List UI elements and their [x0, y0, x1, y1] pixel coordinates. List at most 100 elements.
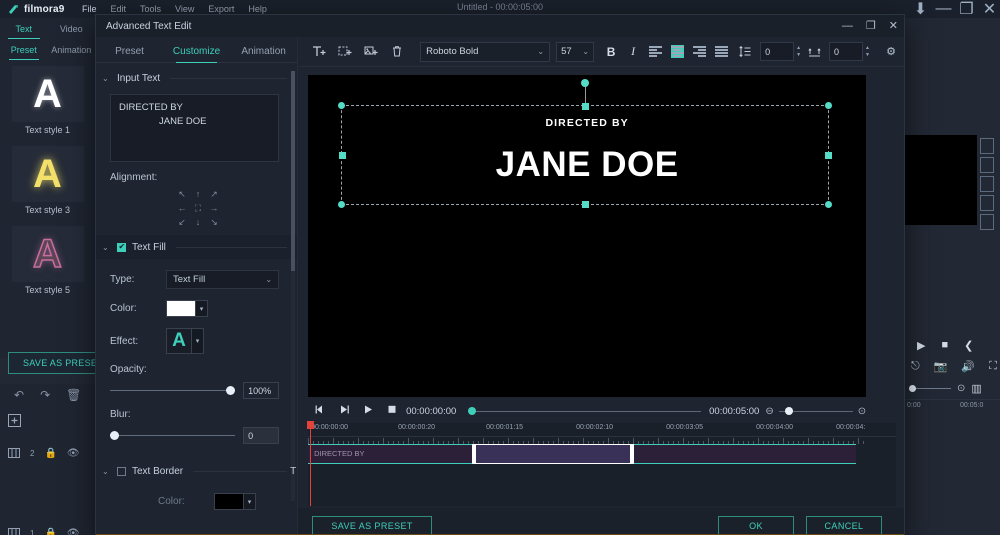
dialog-minimize-icon[interactable]: — [842, 20, 853, 32]
delete-text-icon[interactable] [384, 39, 410, 65]
video-preview-canvas[interactable]: DIRECTED BY JANE DOE [308, 75, 867, 397]
line-spacing-icon[interactable] [732, 39, 758, 65]
text-style-item[interactable]: A Text style 5 [0, 226, 95, 306]
color-swatch[interactable] [214, 493, 244, 510]
text-style-item[interactable]: A Text style 1 [0, 66, 95, 146]
zoom-out-icon[interactable]: ⊖ [765, 406, 773, 417]
text-fill-checkbox[interactable] [117, 242, 126, 252]
stop-button[interactable] [380, 404, 404, 418]
chevron-down-icon[interactable]: ▾ [196, 300, 208, 317]
properties-scrollbar-thumb[interactable] [291, 71, 296, 271]
add-image-icon[interactable] [358, 39, 384, 65]
maximize-icon[interactable]: ❐ [959, 1, 973, 18]
menu-tools[interactable]: Tools [140, 4, 161, 14]
close-icon[interactable]: ✕ [983, 1, 996, 18]
settings-icon[interactable]: ⚙ [878, 39, 904, 65]
play-icon[interactable]: ▶ [917, 339, 925, 352]
text-style-item[interactable]: A Text style 3 [0, 146, 95, 226]
menu-edit[interactable]: Edit [111, 4, 127, 14]
add-text-icon[interactable] [306, 39, 332, 65]
slider-knob[interactable] [784, 407, 793, 415]
input-text-textarea[interactable]: DIRECTED BY JANE DOE [110, 94, 280, 162]
align-right-button[interactable] [688, 45, 710, 59]
minimize-icon[interactable]: — [936, 0, 952, 17]
timeline-clip-selection[interactable] [474, 444, 633, 464]
resize-handle-top-right[interactable] [825, 102, 833, 109]
font-family-select[interactable]: Roboto Bold ⌄ [420, 41, 551, 62]
download-icon[interactable]: ⬇ [914, 1, 927, 18]
background-zoom-slider[interactable] [909, 384, 951, 392]
seek-slider[interactable] [468, 407, 702, 415]
section-header-text-border[interactable]: ⌄ Text Border [96, 456, 297, 479]
timeline-area[interactable]: 00:00:00:00 00:00:00:20 00:00:01:15 00:0… [290, 421, 896, 506]
lock-icon[interactable]: 🔒 [44, 528, 56, 535]
library-subtab-preset[interactable]: Preset [0, 45, 48, 60]
chevron-down-icon[interactable]: ⌄ [102, 467, 111, 476]
ok-button[interactable]: OK [718, 516, 794, 535]
align-bottom-right-button[interactable]: ↘ [206, 215, 222, 229]
section-header-text-fill[interactable]: ⌄ Text Fill [96, 235, 298, 259]
undo-icon[interactable]: ↶ [14, 388, 24, 402]
menu-file[interactable]: File [82, 4, 97, 14]
align-center-button[interactable] [666, 44, 688, 59]
color-swatch[interactable] [166, 300, 196, 317]
lock-icon[interactable]: 🔒 [44, 448, 56, 459]
timeline-text-track[interactable]: T DIRECTED BY [290, 444, 896, 477]
play-button[interactable] [332, 404, 356, 418]
dialog-maximize-icon[interactable]: ❐ [866, 20, 876, 32]
previous-frame-button[interactable] [308, 404, 332, 418]
resize-handle-top-center[interactable] [581, 102, 589, 110]
blur-slider[interactable] [110, 431, 236, 440]
volume-icon[interactable]: 🔊 [961, 360, 975, 373]
align-left-button[interactable] [644, 45, 666, 59]
chevron-down-icon[interactable]: ▾ [244, 493, 256, 510]
library-tab-video[interactable]: Video [48, 24, 96, 39]
slider-knob[interactable] [110, 431, 119, 440]
dialog-close-icon[interactable]: ✕ [889, 20, 898, 32]
align-justify-button[interactable] [710, 45, 732, 59]
zoom-reset-icon[interactable]: ⊙ [957, 383, 965, 394]
rotation-handle[interactable] [581, 79, 590, 87]
align-bottom-left-button[interactable]: ↙ [174, 215, 190, 229]
stop-icon[interactable]: ■ [941, 339, 948, 351]
letter-spacing-icon[interactable] [801, 39, 827, 65]
add-track-icon[interactable] [0, 406, 110, 434]
type-select[interactable]: Text Fill ⌄ [166, 270, 280, 289]
slider-knob[interactable] [226, 386, 236, 395]
delete-icon[interactable]: 🗑 [66, 388, 81, 402]
align-bottom-center-button[interactable]: ↓ [190, 215, 206, 229]
align-top-right-button[interactable]: ↗ [206, 187, 222, 201]
slider-knob[interactable] [909, 384, 916, 392]
add-selection-icon[interactable] [332, 39, 358, 65]
opacity-slider[interactable] [110, 386, 236, 395]
resize-handle-bottom-center[interactable] [581, 200, 589, 208]
playhead-knob[interactable] [468, 407, 477, 415]
next-frame-button[interactable] [356, 404, 380, 418]
text-border-checkbox[interactable] [117, 467, 126, 476]
tab-customize[interactable]: Customize [163, 46, 230, 63]
line-spacing-input[interactable]: 0 [760, 42, 795, 61]
text-selection-box[interactable] [338, 79, 833, 208]
eye-icon[interactable]: 👁 [67, 528, 80, 535]
eye-icon[interactable]: 👁 [67, 448, 80, 459]
align-top-center-button[interactable]: ↑ [190, 187, 206, 201]
trim-handle-right[interactable] [630, 444, 635, 464]
letter-spacing-input[interactable]: 0 [829, 42, 864, 61]
timeline-playhead[interactable] [307, 421, 315, 506]
resize-handle-bottom-left[interactable] [338, 201, 346, 208]
cancel-button[interactable]: CANCEL [806, 516, 882, 535]
resize-handle-middle-right[interactable] [824, 151, 832, 159]
layout-icon[interactable]: ▥ [971, 382, 981, 395]
chevron-down-icon[interactable]: ▾ [192, 328, 204, 354]
library-tab-text[interactable]: Text [0, 24, 48, 39]
bold-button[interactable]: B [600, 45, 622, 59]
blur-value[interactable]: 0 [243, 427, 280, 444]
fill-color-picker[interactable]: ▾ [166, 300, 208, 317]
menu-help[interactable]: Help [248, 4, 267, 14]
snapshot-icon[interactable]: 📷 [934, 360, 948, 373]
zoom-slider[interactable] [778, 407, 853, 415]
collapse-icon[interactable]: ❮ [964, 339, 973, 352]
resize-handle-bottom-right[interactable] [825, 201, 833, 208]
effect-picker[interactable]: A ▾ [166, 328, 204, 354]
align-middle-left-button[interactable]: ← [174, 201, 190, 215]
